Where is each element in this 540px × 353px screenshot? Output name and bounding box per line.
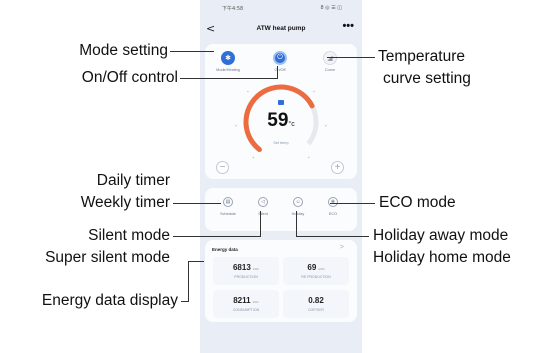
dial-tick xyxy=(252,156,255,159)
energy-label: CONSUMPTION xyxy=(232,308,260,312)
chevron-right-icon[interactable]: > xyxy=(340,244,344,251)
power-icon: ⏻ xyxy=(273,51,287,65)
leader-line xyxy=(277,66,278,79)
power-caption: On/Off xyxy=(274,68,286,72)
holiday-caption: Holiday xyxy=(291,212,305,216)
callout-daily-timer: Daily timer xyxy=(96,172,170,189)
temperature-unit: °c xyxy=(288,121,295,128)
leader-line xyxy=(173,236,261,237)
energy-production: 6813 kWh PRODUCTION xyxy=(213,257,279,285)
silent-icon: ◁ xyxy=(258,197,268,207)
leader-line xyxy=(170,51,214,52)
energy-value: 69 kWh xyxy=(307,263,325,272)
set-temp-caption: Set temp xyxy=(273,141,289,145)
curve-caption: Curve xyxy=(324,68,336,72)
dial-tick xyxy=(247,90,249,93)
schedule-button[interactable]: ▤ Schedule xyxy=(212,197,244,216)
leader-line xyxy=(296,236,369,237)
callout-holiday-home: Holiday home mode xyxy=(373,249,511,266)
callout-super-silent-mode: Super silent mode xyxy=(45,249,170,266)
energy-label: PRODUCTION xyxy=(234,275,258,279)
temperature-value: 59 xyxy=(267,110,289,131)
energy-label: RE PRODUCTION xyxy=(301,275,331,279)
curve-icon: ◢ xyxy=(323,51,337,65)
mode-setting-button[interactable]: ✱ Mode/Heating xyxy=(210,51,246,72)
leader-line xyxy=(260,211,261,237)
energy-cop: 0.82 COP/SCR xyxy=(283,290,349,318)
callout-temp-curve-1: Temperature xyxy=(378,48,466,65)
callout-weekly-timer: Weekly timer xyxy=(80,194,170,211)
curve-button[interactable]: ◢ Curve xyxy=(312,51,348,72)
silent-caption: Silent xyxy=(258,212,268,216)
mode-icon: ✱ xyxy=(221,51,235,65)
nav-bar: < ATW heat pump ••• xyxy=(200,20,362,36)
leader-line xyxy=(327,57,375,58)
status-time: 下午4:58 xyxy=(222,6,244,12)
callout-silent-mode: Silent mode xyxy=(88,227,170,244)
callout-eco-mode: ECO mode xyxy=(379,194,456,211)
power-button[interactable]: ⏻ On/Off xyxy=(262,51,298,72)
schedule-caption: Schedule xyxy=(220,212,236,216)
silent-button[interactable]: ◁ Silent xyxy=(247,197,279,216)
leader-line xyxy=(330,203,375,204)
holiday-button[interactable]: ☺ Holiday xyxy=(282,197,314,216)
mode-caption: Mode/Heating xyxy=(216,68,240,72)
leader-line xyxy=(188,261,204,262)
callout-energy-display: Energy data display xyxy=(41,292,178,309)
callout-mode-setting: Mode setting xyxy=(79,42,168,59)
plus-button[interactable]: + xyxy=(331,161,344,174)
phone-screen: 下午4:58 8 ◎ ☰ ◫ < ATW heat pump ••• ✱ Mod… xyxy=(200,0,362,353)
energy-value: 8211 kWh xyxy=(233,296,259,305)
leader-line xyxy=(173,203,221,204)
heating-icon xyxy=(278,100,284,105)
status-icons: 8 ◎ ☰ ◫ xyxy=(320,5,342,11)
status-bar: 下午4:58 8 ◎ ☰ ◫ xyxy=(208,5,354,14)
eco-button[interactable]: ❀ ECO xyxy=(317,197,349,216)
dial-tick xyxy=(313,90,315,93)
energy-value: 6813 kWh xyxy=(232,263,260,272)
energy-title: Energy data xyxy=(212,247,238,252)
eco-caption: ECO xyxy=(328,212,338,216)
more-icon[interactable]: ••• xyxy=(342,20,354,32)
leader-line xyxy=(181,301,188,302)
energy-re-production: 69 kWh RE PRODUCTION xyxy=(283,257,349,285)
energy-value: 0.82 xyxy=(308,296,324,305)
callout-temp-curve-2: curve setting xyxy=(383,70,471,87)
leader-line xyxy=(188,261,189,302)
eco-icon: ❀ xyxy=(328,197,338,207)
temperature-readout: 59°c xyxy=(200,110,362,132)
callout-holiday-away: Holiday away mode xyxy=(373,227,509,244)
page-title: ATW heat pump xyxy=(256,25,306,32)
leader-line xyxy=(180,78,278,79)
minus-button[interactable]: − xyxy=(216,161,229,174)
callout-onoff-control: On/Off control xyxy=(81,69,178,86)
leader-line xyxy=(296,211,297,237)
holiday-icon: ☺ xyxy=(293,197,303,207)
energy-label: COP/SCR xyxy=(308,308,324,312)
dial-tick xyxy=(307,156,310,159)
energy-consumption: 8211 kWh CONSUMPTION xyxy=(213,290,279,318)
schedule-icon: ▤ xyxy=(223,197,233,207)
